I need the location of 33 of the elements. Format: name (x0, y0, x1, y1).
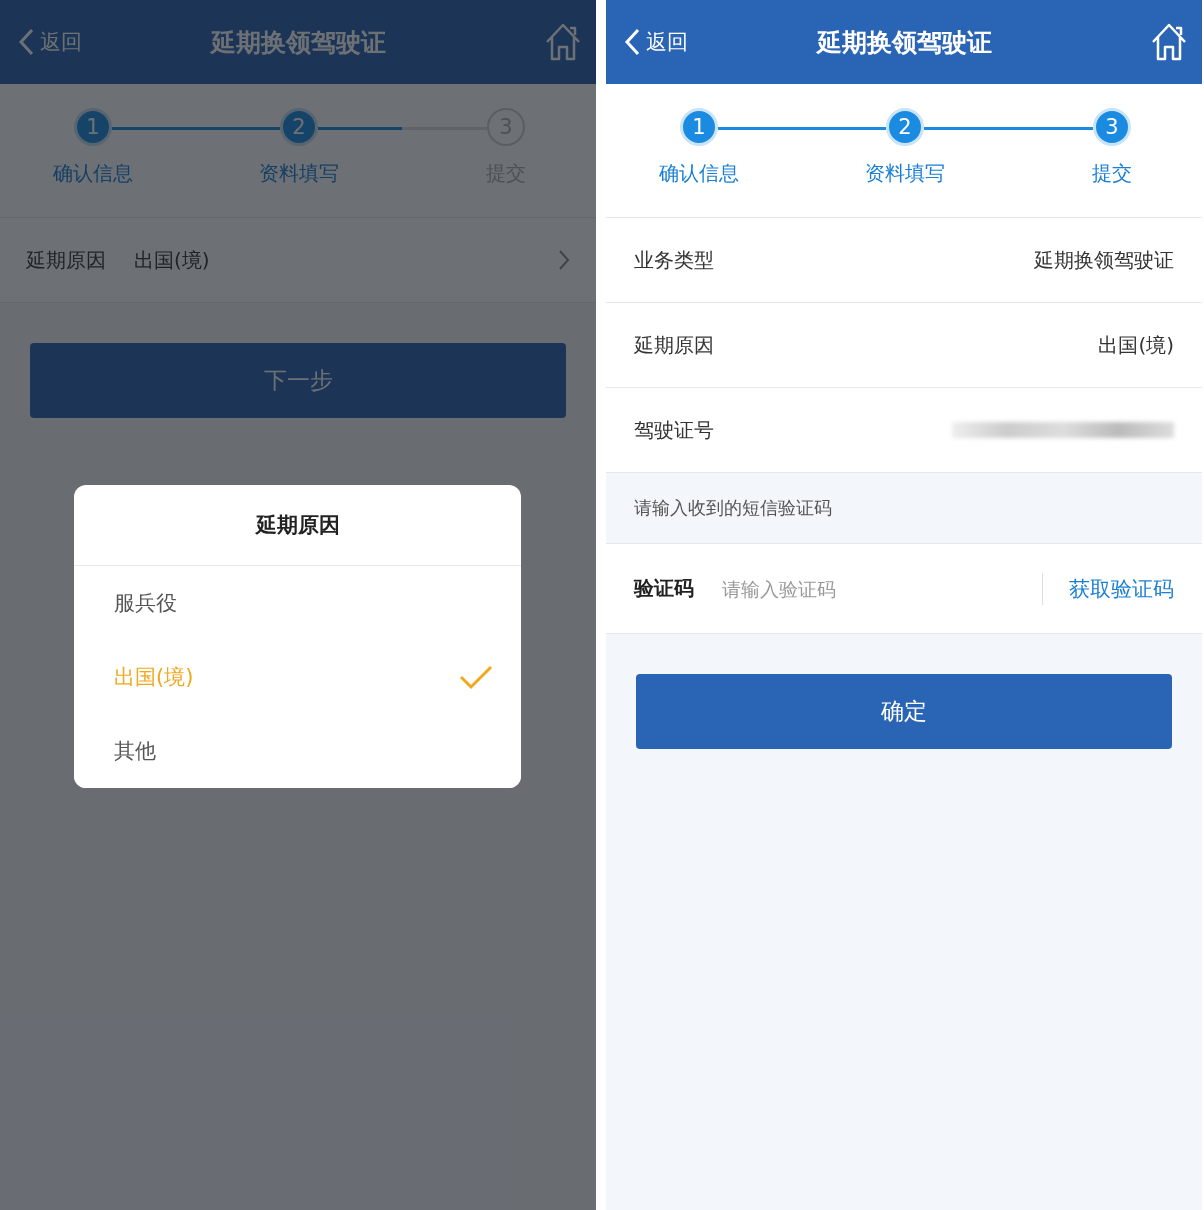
field-label: 驾驶证号 (634, 416, 714, 444)
checkmark-icon (459, 664, 493, 690)
step-label: 资料填写 (259, 160, 339, 187)
field-value: 出国(境) (134, 246, 210, 274)
code-label: 验证码 (634, 575, 694, 602)
field-value: 出国(境) (1098, 331, 1174, 359)
get-code-button[interactable]: 获取验证码 (1069, 574, 1174, 603)
step-label: 确认信息 (53, 160, 133, 187)
reason-row[interactable]: 延期原因 出国(境) (0, 218, 596, 303)
field-value: 延期换领驾驶证 (1034, 246, 1174, 274)
chevron-left-icon (18, 28, 34, 56)
step-number: 2 (280, 108, 318, 146)
confirm-button[interactable]: 确定 (636, 674, 1172, 749)
home-icon[interactable] (1150, 22, 1188, 62)
back-button[interactable]: 返回 (18, 28, 82, 56)
code-input-field[interactable]: 请输入验证码 (720, 576, 1042, 601)
step-number: 2 (886, 108, 924, 146)
step-label: 确认信息 (659, 160, 739, 187)
step-number: 1 (74, 108, 112, 146)
page-title: 延期换领驾驶证 (210, 27, 386, 57)
step-label: 资料填写 (865, 160, 945, 187)
next-button[interactable]: 下一步 (30, 343, 566, 418)
field-label: 业务类型 (634, 246, 714, 274)
chevron-left-icon (624, 28, 640, 56)
page-title: 延期换领驾驶证 (816, 27, 992, 57)
home-icon[interactable] (544, 22, 582, 62)
step-number: 3 (1093, 108, 1131, 146)
field-label: 延期原因 (26, 246, 106, 274)
step-label: 提交 (1092, 160, 1132, 187)
step-number: 1 (680, 108, 718, 146)
chevron-right-icon (558, 249, 570, 271)
field-label: 延期原因 (634, 331, 714, 359)
back-button[interactable]: 返回 (624, 28, 688, 56)
